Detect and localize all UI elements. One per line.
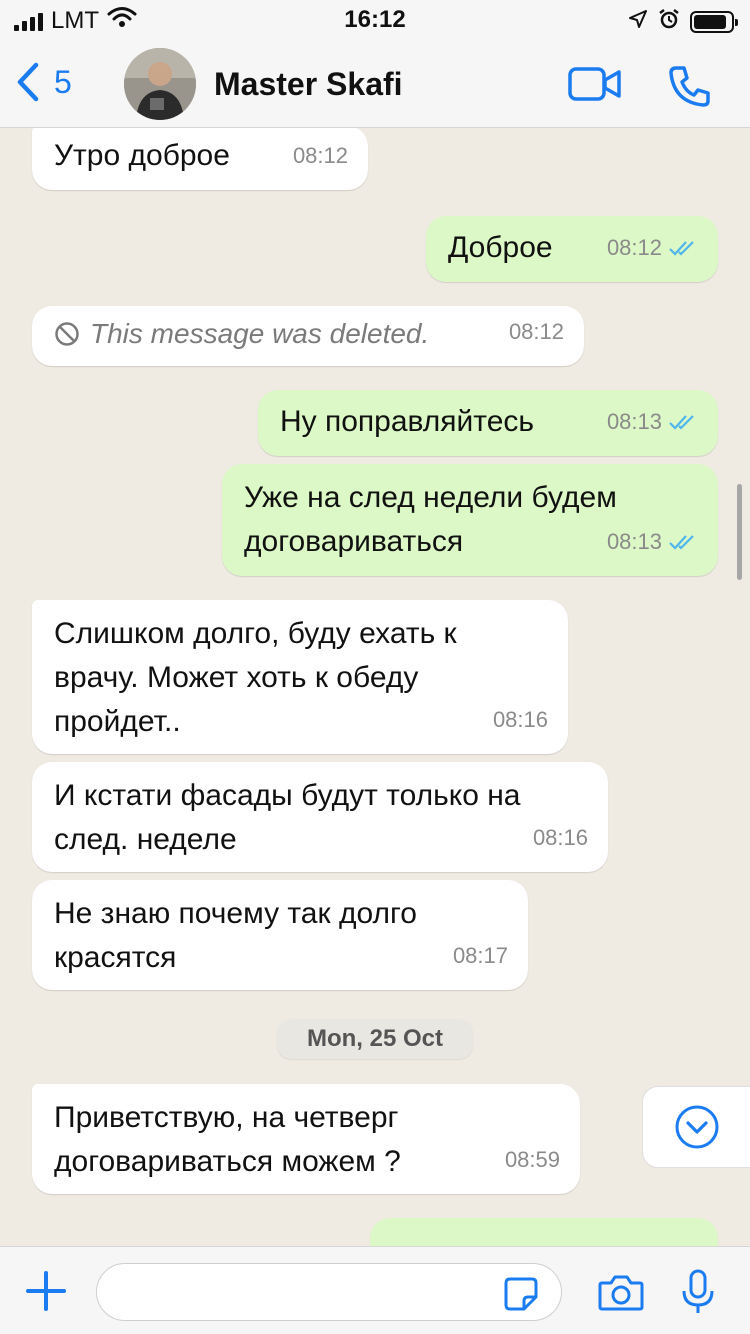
message-time: 08:59: [504, 1147, 560, 1172]
chat-header: 5 Master Skafi: [0, 40, 750, 128]
message-bubble[interactable]: Слишком долго, буду ехать к врачу. Может…: [32, 600, 568, 754]
scrollbar[interactable]: [737, 484, 742, 580]
location-arrow-icon: [628, 9, 648, 34]
scroll-to-bottom-button[interactable]: [642, 1086, 750, 1168]
message-input[interactable]: [96, 1263, 562, 1321]
unread-count: 5: [54, 63, 72, 100]
date-separator: Mon, 25 Oct: [277, 1019, 473, 1059]
message-bubble[interactable]: Не знаю почему так долго красятся 08:17: [32, 880, 528, 990]
message-bubble-partial[interactable]: [370, 1218, 718, 1246]
message-meta: 08:16: [533, 816, 588, 860]
message-bubble[interactable]: И кстати фасады будут только на след. не…: [32, 762, 608, 872]
chevron-down-circle-icon: [675, 1105, 719, 1149]
plus-icon[interactable]: [24, 1269, 68, 1318]
chat-area[interactable]: Утро доброе 08:12 Доброе 08:12 This mess…: [0, 128, 750, 1246]
message-time: 08:17: [452, 943, 508, 968]
message-text: И кстати фасады будут только на след. не…: [54, 779, 521, 856]
message-text: Слишком долго, буду ехать к врачу. Может…: [54, 617, 457, 738]
message-meta: 08:12: [607, 226, 698, 270]
avatar[interactable]: [124, 48, 196, 120]
sticker-icon[interactable]: [504, 1277, 538, 1316]
read-receipt-icon: [669, 241, 694, 256]
message-time: 08:16: [492, 707, 548, 732]
read-receipt-icon: [669, 415, 694, 430]
message-meta: 08:17: [453, 934, 508, 978]
message-meta: 08:16: [493, 698, 548, 742]
alarm-icon: [658, 8, 680, 35]
back-button[interactable]: 5: [16, 62, 72, 102]
message-time: 08:13: [606, 409, 662, 434]
message-composer: [0, 1246, 750, 1334]
blocked-icon: [55, 322, 79, 346]
message-bubble-deleted[interactable]: This message was deleted. 08:12: [32, 306, 584, 366]
voice-call-icon[interactable]: [668, 64, 712, 113]
status-bar: LMT 16:12: [0, 0, 750, 40]
message-meta: 08:59: [505, 1138, 560, 1182]
camera-icon[interactable]: [598, 1273, 644, 1316]
message-time: 08:12: [292, 143, 348, 168]
battery-icon: [690, 10, 738, 33]
message-time: 08:12: [606, 235, 662, 260]
message-bubble[interactable]: Ну поправляйтесь 08:13: [258, 390, 718, 456]
message-bubble[interactable]: Приветствую, на четверг договариваться м…: [32, 1084, 580, 1194]
message-meta: 08:12: [293, 134, 348, 178]
message-time: 08:16: [532, 825, 588, 850]
microphone-icon[interactable]: [680, 1269, 716, 1320]
message-text: This message was deleted.: [90, 318, 430, 349]
message-time: 08:12: [508, 319, 564, 344]
message-meta: 08:13: [607, 520, 698, 564]
message-time: 08:13: [606, 529, 662, 554]
message-bubble[interactable]: Уже на след недели будем договариваться …: [222, 464, 718, 576]
status-right: [628, 8, 738, 35]
message-text: Не знаю почему так долго красятся: [54, 897, 417, 974]
message-bubble[interactable]: Утро доброе 08:12: [32, 128, 368, 190]
contact-name[interactable]: Master Skafi: [214, 66, 403, 103]
video-call-icon[interactable]: [568, 64, 622, 109]
back-chevron-icon: [17, 62, 39, 102]
message-meta: 08:13: [607, 400, 698, 444]
deleted-message: This message was deleted.: [54, 312, 562, 356]
message-bubble[interactable]: Доброе 08:12: [426, 216, 718, 282]
read-receipt-icon: [669, 535, 694, 550]
message-meta: 08:12: [509, 310, 564, 354]
message-text: Приветствую, на четверг договариваться м…: [54, 1101, 401, 1178]
